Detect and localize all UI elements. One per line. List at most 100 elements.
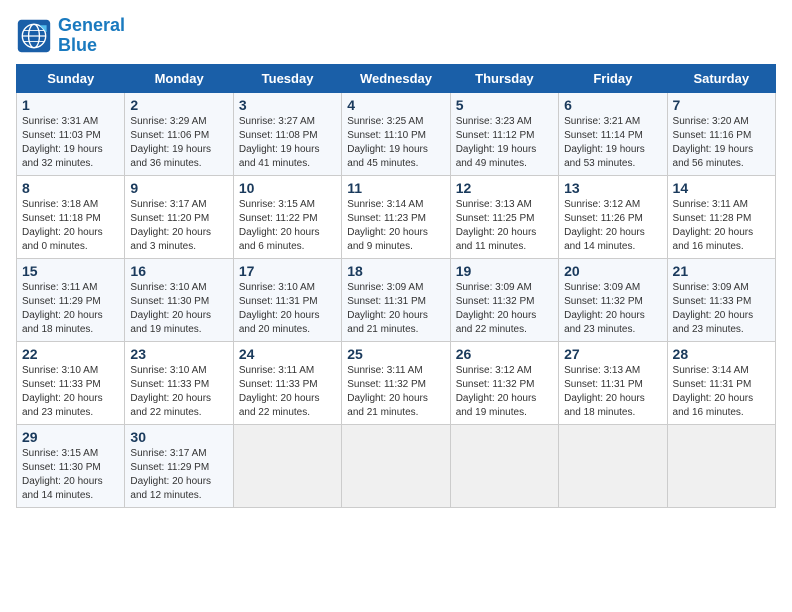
calendar-cell: 14 Sunrise: 3:11 AM Sunset: 11:28 PM Dayl…: [667, 175, 775, 258]
calendar-cell: 24Sunrise: 3:11 AM Sunset: 11:33 PM Dayl…: [233, 341, 341, 424]
calendar-cell: 4Sunrise: 3:25 AM Sunset: 11:10 PM Dayli…: [342, 92, 450, 175]
day-number: 21: [673, 263, 770, 279]
day-detail: Sunrise: 3:09 AM Sunset: 11:32 PM Daylig…: [456, 281, 553, 337]
day-number: 22: [22, 346, 119, 362]
calendar-cell: 7Sunrise: 3:20 AM Sunset: 11:16 PM Dayli…: [667, 92, 775, 175]
day-number: 20: [564, 263, 661, 279]
calendar-cell: 5 Sunrise: 3:23 AM Sunset: 11:12 PM Dayli…: [450, 92, 558, 175]
day-detail: Sunrise: 3:12 AM Sunset: 11:26 PM Daylig…: [564, 198, 661, 254]
header-thursday: Thursday: [450, 64, 558, 92]
day-detail: Sunrise: 3:20 AM Sunset: 11:16 PM Daylig…: [673, 115, 770, 171]
day-detail: Sunrise: 3:11 AM Sunset: 11:32 PM Daylig…: [347, 364, 444, 420]
day-detail: Sunrise: 3:15 AM Sunset: 11:22 PM Daylig…: [239, 198, 336, 254]
calendar-cell: 29 Sunrise: 3:15 AM Sunset: 11:30 PM Dayl…: [17, 424, 125, 507]
calendar-cell: 3 Sunrise: 3:27 AM Sunset: 11:08 PM Dayli…: [233, 92, 341, 175]
day-number: 15: [22, 263, 119, 279]
day-number: 10: [239, 180, 336, 196]
day-number: 11: [347, 180, 444, 196]
calendar-cell: 19 Sunrise: 3:09 AM Sunset: 11:32 PM Dayl…: [450, 258, 558, 341]
day-detail: Sunrise: 3:10 AM Sunset: 11:33 PM Daylig…: [22, 364, 119, 420]
week-row-2: 8 Sunrise: 3:18 AM Sunset: 11:18 PM Dayli…: [17, 175, 776, 258]
calendar-cell: 13 Sunrise: 3:12 AM Sunset: 11:26 PM Dayl…: [559, 175, 667, 258]
day-number: 3: [239, 97, 336, 113]
weekday-header-row: Sunday Monday Tuesday Wednesday Thursday…: [17, 64, 776, 92]
day-number: 9: [130, 180, 227, 196]
week-row-5: 29 Sunrise: 3:15 AM Sunset: 11:30 PM Dayl…: [17, 424, 776, 507]
calendar-cell: 17Sunrise: 3:10 AM Sunset: 11:31 PM Dayl…: [233, 258, 341, 341]
day-number: 26: [456, 346, 553, 362]
day-number: 30: [130, 429, 227, 445]
calendar-cell: 22 Sunrise: 3:10 AM Sunset: 11:33 PM Dayl…: [17, 341, 125, 424]
calendar-cell: 16 Sunrise: 3:10 AM Sunset: 11:30 PM Dayl…: [125, 258, 233, 341]
header: General Blue: [16, 16, 776, 56]
calendar-cell: [233, 424, 341, 507]
day-number: 19: [456, 263, 553, 279]
day-detail: Sunrise: 3:25 AM Sunset: 11:10 PM Daylig…: [347, 115, 444, 171]
day-detail: Sunrise: 3:09 AM Sunset: 11:32 PM Daylig…: [564, 281, 661, 337]
calendar-cell: 26 Sunrise: 3:12 AM Sunset: 11:32 PM Dayl…: [450, 341, 558, 424]
calendar-cell: 2 Sunrise: 3:29 AM Sunset: 11:06 PM Dayli…: [125, 92, 233, 175]
header-friday: Friday: [559, 64, 667, 92]
day-number: 24: [239, 346, 336, 362]
day-number: 14: [673, 180, 770, 196]
day-detail: Sunrise: 3:10 AM Sunset: 11:30 PM Daylig…: [130, 281, 227, 337]
day-detail: Sunrise: 3:31 AM Sunset: 11:03 PM Daylig…: [22, 115, 119, 171]
day-number: 13: [564, 180, 661, 196]
day-number: 27: [564, 346, 661, 362]
logo-icon: [16, 18, 52, 54]
day-detail: Sunrise: 3:11 AM Sunset: 11:28 PM Daylig…: [673, 198, 770, 254]
day-number: 25: [347, 346, 444, 362]
day-detail: Sunrise: 3:18 AM Sunset: 11:18 PM Daylig…: [22, 198, 119, 254]
day-number: 17: [239, 263, 336, 279]
calendar-cell: 6 Sunrise: 3:21 AM Sunset: 11:14 PM Dayli…: [559, 92, 667, 175]
day-detail: Sunrise: 3:09 AM Sunset: 11:31 PM Daylig…: [347, 281, 444, 337]
day-detail: Sunrise: 3:15 AM Sunset: 11:30 PM Daylig…: [22, 447, 119, 503]
calendar-cell: 30 Sunrise: 3:17 AM Sunset: 11:29 PM Dayl…: [125, 424, 233, 507]
calendar-cell: 12Sunrise: 3:13 AM Sunset: 11:25 PM Dayl…: [450, 175, 558, 258]
calendar-cell: [559, 424, 667, 507]
day-detail: Sunrise: 3:17 AM Sunset: 11:29 PM Daylig…: [130, 447, 227, 503]
day-detail: Sunrise: 3:29 AM Sunset: 11:06 PM Daylig…: [130, 115, 227, 171]
day-detail: Sunrise: 3:14 AM Sunset: 11:23 PM Daylig…: [347, 198, 444, 254]
calendar-cell: 1Sunrise: 3:31 AM Sunset: 11:03 PM Dayli…: [17, 92, 125, 175]
header-monday: Monday: [125, 64, 233, 92]
day-number: 23: [130, 346, 227, 362]
week-row-1: 1Sunrise: 3:31 AM Sunset: 11:03 PM Dayli…: [17, 92, 776, 175]
day-number: 29: [22, 429, 119, 445]
header-tuesday: Tuesday: [233, 64, 341, 92]
day-detail: Sunrise: 3:23 AM Sunset: 11:12 PM Daylig…: [456, 115, 553, 171]
calendar-cell: 11 Sunrise: 3:14 AM Sunset: 11:23 PM Dayl…: [342, 175, 450, 258]
calendar-cell: 10 Sunrise: 3:15 AM Sunset: 11:22 PM Dayl…: [233, 175, 341, 258]
day-number: 2: [130, 97, 227, 113]
day-number: 18: [347, 263, 444, 279]
calendar-cell: 20 Sunrise: 3:09 AM Sunset: 11:32 PM Dayl…: [559, 258, 667, 341]
day-detail: Sunrise: 3:12 AM Sunset: 11:32 PM Daylig…: [456, 364, 553, 420]
day-number: 8: [22, 180, 119, 196]
calendar-cell: 21 Sunrise: 3:09 AM Sunset: 11:33 PM Dayl…: [667, 258, 775, 341]
day-number: 16: [130, 263, 227, 279]
day-detail: Sunrise: 3:10 AM Sunset: 11:33 PM Daylig…: [130, 364, 227, 420]
day-detail: Sunrise: 3:21 AM Sunset: 11:14 PM Daylig…: [564, 115, 661, 171]
calendar-cell: 18 Sunrise: 3:09 AM Sunset: 11:31 PM Dayl…: [342, 258, 450, 341]
calendar-cell: 25 Sunrise: 3:11 AM Sunset: 11:32 PM Dayl…: [342, 341, 450, 424]
calendar-cell: 23 Sunrise: 3:10 AM Sunset: 11:33 PM Dayl…: [125, 341, 233, 424]
day-detail: Sunrise: 3:27 AM Sunset: 11:08 PM Daylig…: [239, 115, 336, 171]
day-number: 6: [564, 97, 661, 113]
week-row-4: 22 Sunrise: 3:10 AM Sunset: 11:33 PM Dayl…: [17, 341, 776, 424]
day-detail: Sunrise: 3:17 AM Sunset: 11:20 PM Daylig…: [130, 198, 227, 254]
logo-text: General Blue: [58, 16, 125, 56]
header-wednesday: Wednesday: [342, 64, 450, 92]
calendar-table: Sunday Monday Tuesday Wednesday Thursday…: [16, 64, 776, 508]
day-number: 28: [673, 346, 770, 362]
day-number: 5: [456, 97, 553, 113]
day-detail: Sunrise: 3:11 AM Sunset: 11:29 PM Daylig…: [22, 281, 119, 337]
calendar-cell: 8 Sunrise: 3:18 AM Sunset: 11:18 PM Dayli…: [17, 175, 125, 258]
day-detail: Sunrise: 3:09 AM Sunset: 11:33 PM Daylig…: [673, 281, 770, 337]
calendar-body: 1Sunrise: 3:31 AM Sunset: 11:03 PM Dayli…: [17, 92, 776, 507]
week-row-3: 15 Sunrise: 3:11 AM Sunset: 11:29 PM Dayl…: [17, 258, 776, 341]
calendar-cell: 27 Sunrise: 3:13 AM Sunset: 11:31 PM Dayl…: [559, 341, 667, 424]
calendar-cell: 28Sunrise: 3:14 AM Sunset: 11:31 PM Dayl…: [667, 341, 775, 424]
day-detail: Sunrise: 3:13 AM Sunset: 11:25 PM Daylig…: [456, 198, 553, 254]
logo: General Blue: [16, 16, 125, 56]
day-detail: Sunrise: 3:13 AM Sunset: 11:31 PM Daylig…: [564, 364, 661, 420]
